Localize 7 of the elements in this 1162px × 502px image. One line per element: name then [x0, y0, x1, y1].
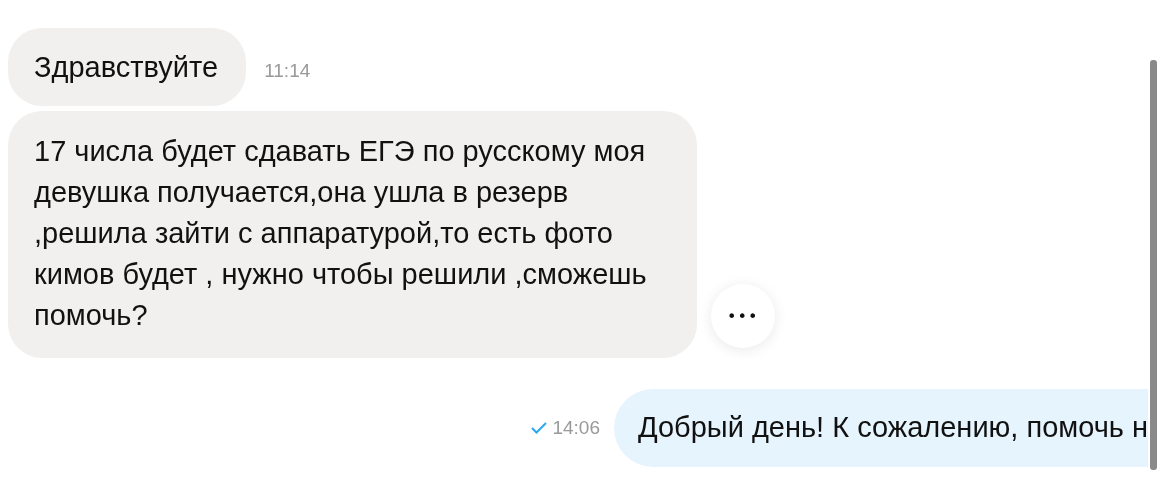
scrollbar[interactable]	[1150, 60, 1157, 470]
message-text: 17 числа будет сдавать ЕГЭ по русскому моя девушка получается,она ушла в резерв ,решила зайти с аппаратурой,то есть фото кимов будет , нужно чтобы решили ,сможешь помочь?	[34, 134, 647, 333]
more-button[interactable]: •••	[710, 284, 775, 348]
message-text: Добрый день! К сожалению, помочь н	[638, 410, 1148, 445]
message-time: 14:06	[552, 417, 600, 439]
message-time: 11:14	[264, 60, 311, 82]
message-text: Здравствуйте	[34, 50, 219, 85]
